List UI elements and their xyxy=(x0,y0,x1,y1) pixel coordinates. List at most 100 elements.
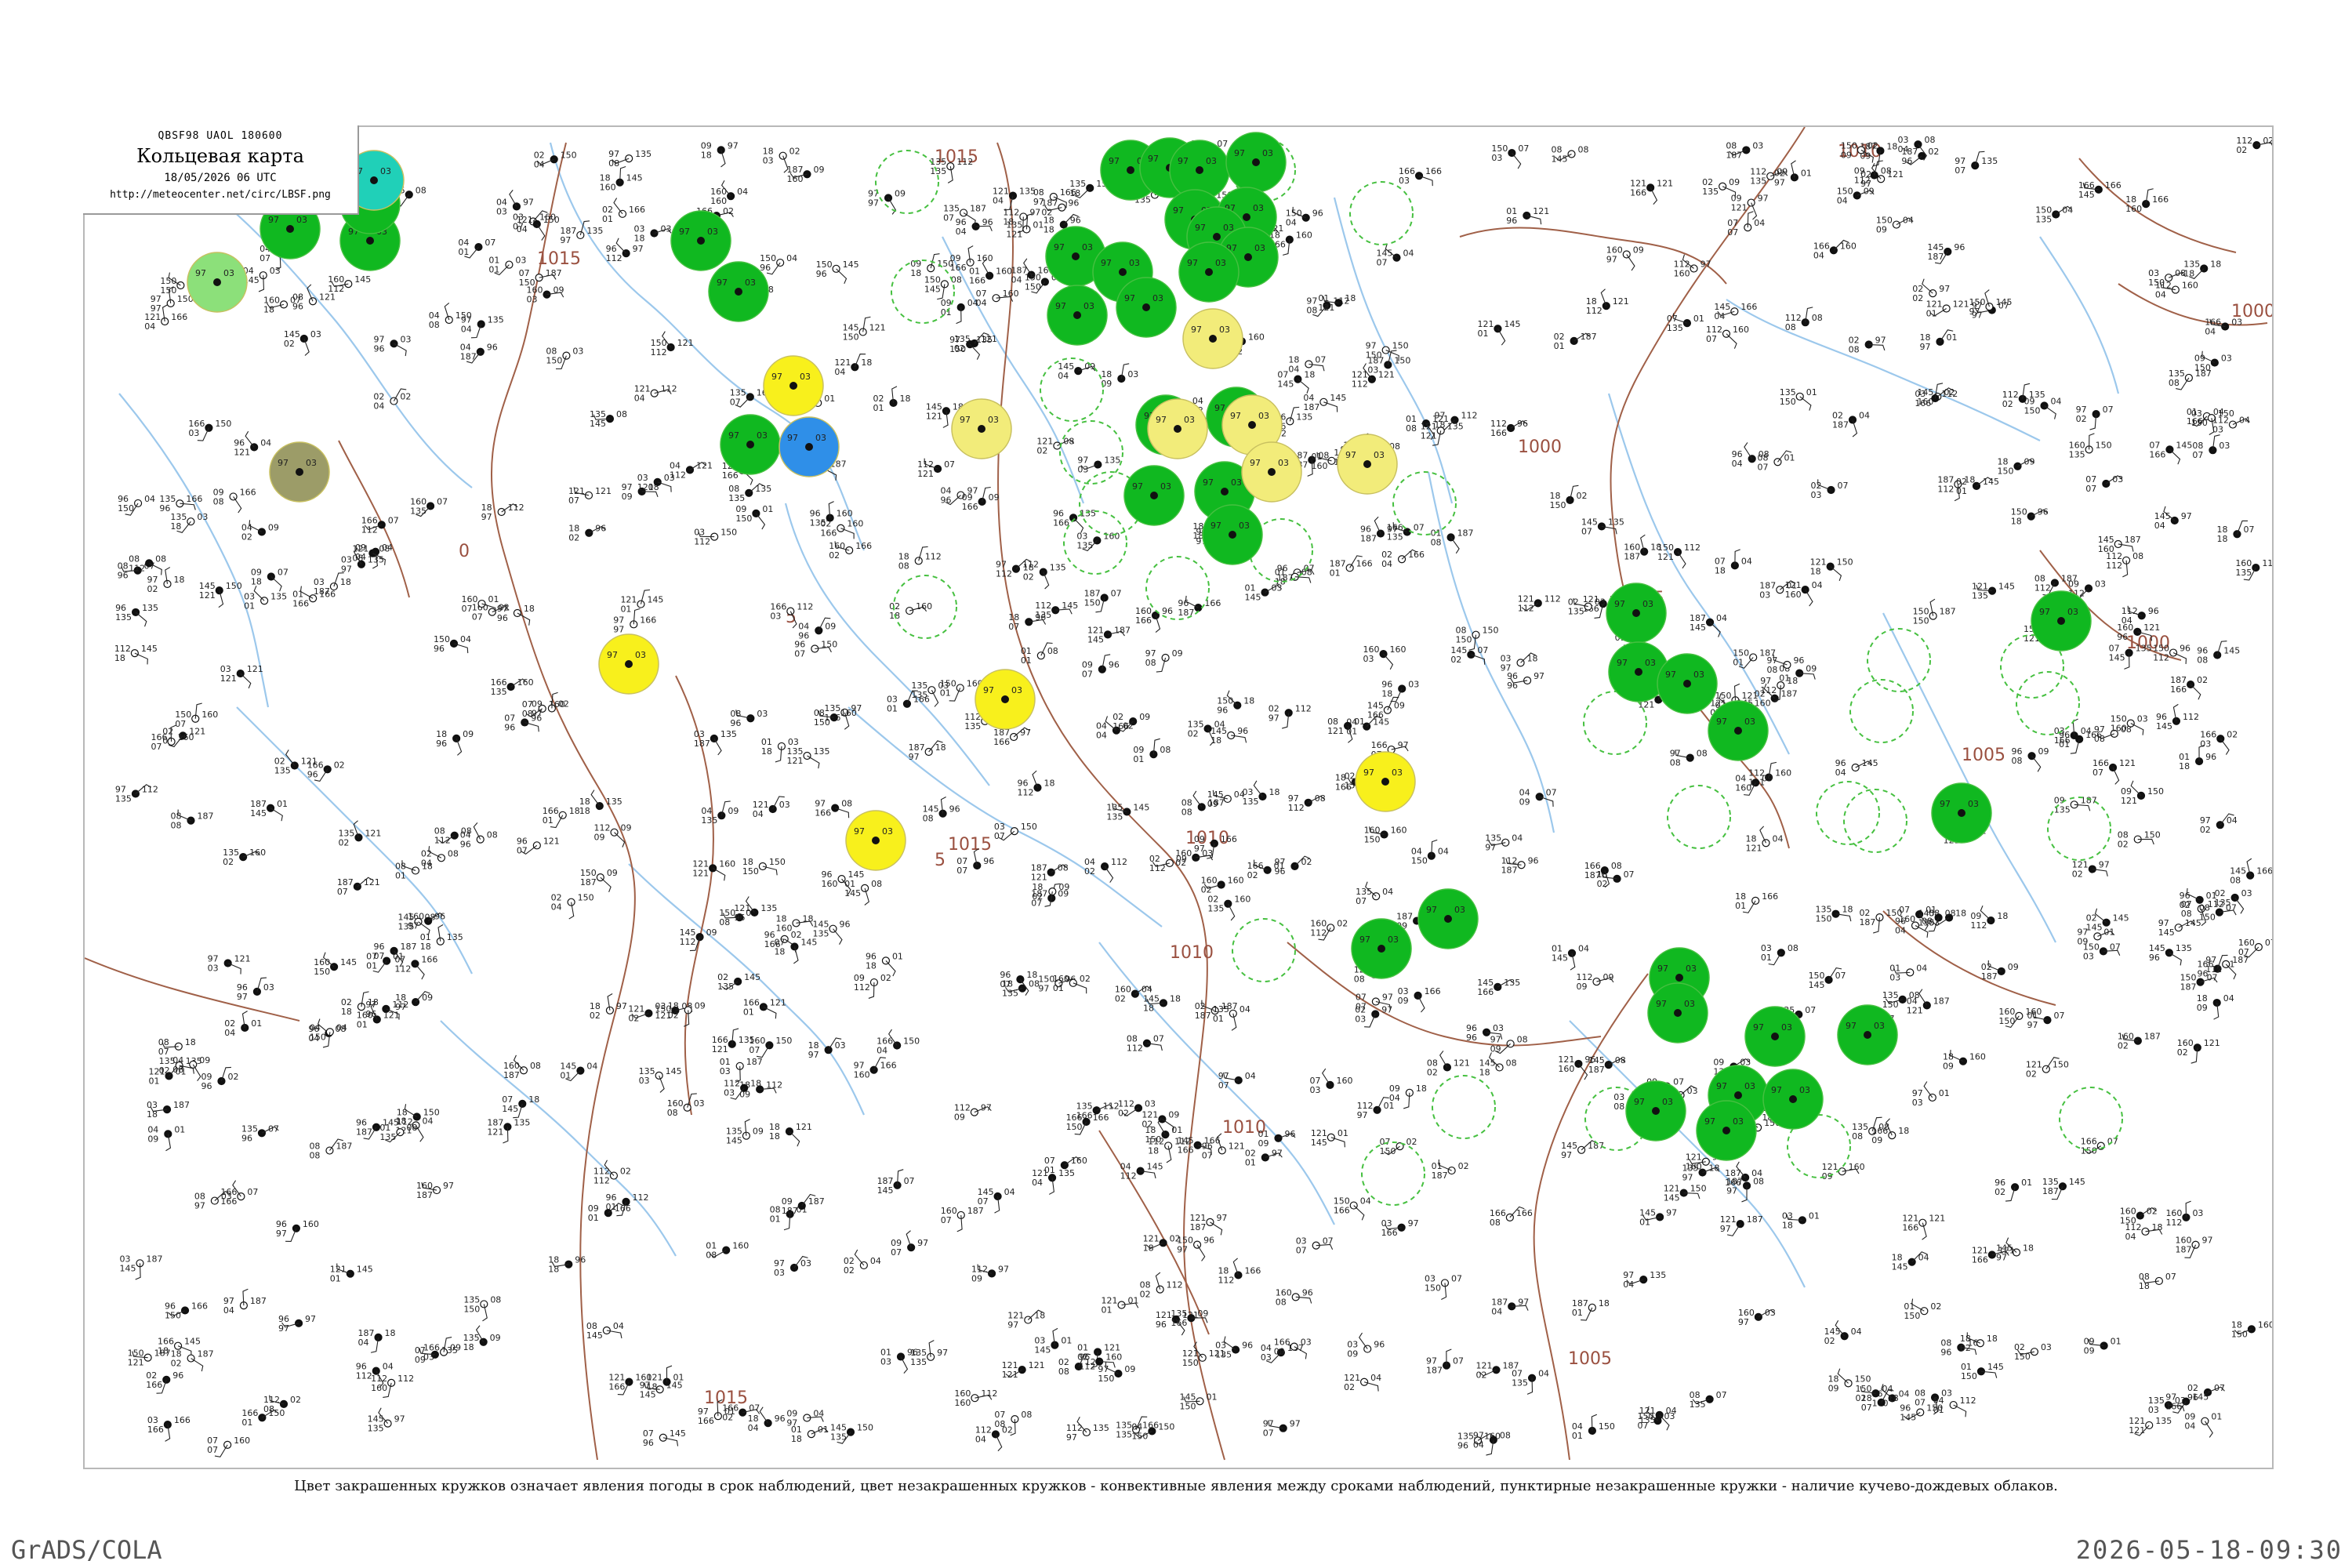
svg-text:02: 02 xyxy=(1118,1108,1129,1118)
svg-text:145: 145 xyxy=(590,419,606,429)
svg-text:145: 145 xyxy=(1690,622,1706,633)
svg-text:07: 07 xyxy=(1263,1428,1274,1439)
station-model: 15013504 xyxy=(2035,205,2073,224)
marker-value: 03 xyxy=(1258,411,1269,421)
svg-text:160: 160 xyxy=(710,196,727,206)
station-model: 12101145 xyxy=(330,1263,373,1284)
station-model: 9711208 xyxy=(1288,793,1326,813)
station-model: 1359607 xyxy=(241,1123,279,1143)
station-model: 1450207 xyxy=(1450,645,1488,665)
svg-text:187: 187 xyxy=(2232,955,2249,965)
svg-text:07: 07 xyxy=(1706,334,1717,344)
svg-text:18: 18 xyxy=(633,234,644,244)
station-model: 15011296 xyxy=(2153,644,2190,664)
svg-text:04: 04 xyxy=(1286,218,1297,228)
svg-text:135: 135 xyxy=(488,314,504,325)
svg-text:150: 150 xyxy=(1855,1374,1871,1384)
station-model: 96135135 xyxy=(115,603,158,627)
svg-text:01: 01 xyxy=(1572,1308,1583,1318)
svg-text:112: 112 xyxy=(1352,379,1368,390)
svg-text:96: 96 xyxy=(2205,752,2216,762)
svg-text:09: 09 xyxy=(989,492,1000,503)
station-model: 1451808 xyxy=(1479,1052,1517,1077)
svg-text:150: 150 xyxy=(546,356,562,366)
svg-text:01: 01 xyxy=(1554,341,1565,351)
svg-text:09: 09 xyxy=(2038,746,2049,757)
svg-text:150: 150 xyxy=(2191,418,2208,428)
svg-text:97: 97 xyxy=(1272,1148,1283,1158)
svg-text:96: 96 xyxy=(1203,1236,1214,1246)
svg-text:187: 187 xyxy=(808,1196,825,1207)
svg-text:96: 96 xyxy=(1312,209,1323,219)
svg-text:150: 150 xyxy=(1837,557,1853,568)
station-model: 0297112 xyxy=(1269,703,1312,729)
station-model: 090108 xyxy=(1133,738,1171,764)
svg-text:02: 02 xyxy=(1427,1067,1438,1077)
isobar-line xyxy=(1533,973,1649,1461)
station-model: 1450904 xyxy=(1207,789,1245,809)
svg-text:96: 96 xyxy=(434,912,445,922)
svg-text:01: 01 xyxy=(2111,1336,2122,1346)
station-model: 14513597 xyxy=(368,1407,405,1434)
svg-text:18: 18 xyxy=(114,653,125,663)
svg-text:121: 121 xyxy=(981,334,997,344)
svg-text:97: 97 xyxy=(305,1314,316,1324)
station-model: 166145166 xyxy=(2078,180,2122,200)
svg-text:166: 166 xyxy=(722,470,739,481)
svg-text:18: 18 xyxy=(1148,1145,1159,1156)
cb-ring-marker xyxy=(1232,918,1296,982)
svg-text:135: 135 xyxy=(1296,412,1312,422)
svg-text:96: 96 xyxy=(1109,660,1120,670)
svg-text:03: 03 xyxy=(2192,1208,2203,1218)
svg-text:145: 145 xyxy=(670,1428,686,1439)
svg-text:145: 145 xyxy=(1244,593,1261,603)
station-model: 080118 xyxy=(395,860,433,880)
svg-text:150: 150 xyxy=(720,528,737,538)
svg-text:01: 01 xyxy=(2211,1412,2222,1422)
svg-text:07: 07 xyxy=(207,1445,218,1455)
svg-text:01: 01 xyxy=(1021,655,1032,666)
svg-text:08: 08 xyxy=(172,1065,183,1075)
svg-text:135: 135 xyxy=(910,1357,927,1367)
svg-text:09: 09 xyxy=(1398,996,1409,1006)
svg-text:03: 03 xyxy=(1408,679,1419,689)
svg-text:01: 01 xyxy=(1245,1157,1256,1167)
station-model: 1660403 xyxy=(2205,317,2242,336)
river-line xyxy=(2039,236,2120,394)
svg-text:160: 160 xyxy=(1674,268,1690,278)
svg-text:04: 04 xyxy=(2239,416,2250,426)
svg-text:09: 09 xyxy=(1876,225,1887,235)
svg-text:145: 145 xyxy=(1998,582,2015,592)
svg-text:187: 187 xyxy=(580,877,597,887)
svg-text:18: 18 xyxy=(774,946,785,956)
station-model: 9607121 xyxy=(517,836,560,855)
svg-text:150: 150 xyxy=(2024,405,2041,416)
svg-text:150: 150 xyxy=(2053,1060,2069,1070)
svg-text:03: 03 xyxy=(423,1352,434,1363)
svg-text:02: 02 xyxy=(2263,136,2272,146)
svg-text:02: 02 xyxy=(1406,1137,1417,1147)
station-model: 020204 xyxy=(844,1249,881,1276)
station-model: 1809160 xyxy=(1943,1050,1986,1072)
svg-text:160: 160 xyxy=(916,601,932,612)
svg-text:18: 18 xyxy=(1886,141,1897,151)
marker-value: 97 xyxy=(1173,205,1184,216)
station-model: 0811207 xyxy=(1127,1034,1164,1054)
marker-value: 03 xyxy=(1184,415,1195,425)
svg-text:07: 07 xyxy=(2165,1272,2176,1282)
svg-text:160: 160 xyxy=(2182,281,2198,291)
svg-text:145: 145 xyxy=(119,1263,136,1273)
svg-text:01: 01 xyxy=(1693,314,1704,324)
svg-text:112: 112 xyxy=(1544,593,1561,604)
svg-text:112: 112 xyxy=(434,836,451,846)
svg-text:150: 150 xyxy=(310,1032,326,1042)
svg-text:166: 166 xyxy=(147,1425,164,1435)
svg-text:01: 01 xyxy=(892,951,903,961)
svg-text:160: 160 xyxy=(1228,875,1244,885)
station-model: 15014508 xyxy=(924,274,962,300)
station-model: 18701166 xyxy=(1330,555,1373,578)
station-model: 15018709 xyxy=(580,868,618,892)
svg-text:187: 187 xyxy=(1189,1222,1206,1232)
station-model: 13596166 xyxy=(159,494,202,514)
svg-text:02: 02 xyxy=(171,1359,182,1369)
